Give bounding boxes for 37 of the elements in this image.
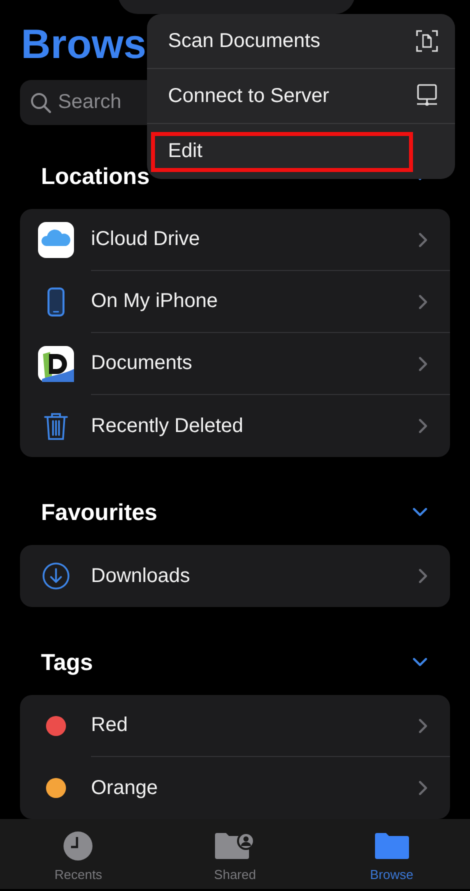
trash-icon bbox=[42, 411, 68, 441]
menu-item[interactable]: Edit bbox=[168, 140, 202, 163]
download-icon bbox=[42, 562, 70, 590]
search-icon bbox=[30, 92, 52, 114]
list-item-label[interactable]: Red bbox=[91, 714, 128, 737]
cloud-icon bbox=[38, 222, 74, 258]
section-heading: Locations bbox=[41, 162, 150, 190]
page-title: Brows bbox=[21, 20, 146, 68]
list-item-label[interactable]: Recently Deleted bbox=[91, 414, 244, 438]
shared-folder-icon bbox=[215, 832, 255, 860]
chevron-right-icon bbox=[418, 294, 428, 310]
chevron-down-icon[interactable] bbox=[412, 507, 428, 517]
chevron-right-icon bbox=[418, 232, 428, 248]
document-app-icon bbox=[38, 346, 74, 382]
section-heading: Tags bbox=[41, 648, 93, 676]
tab-bar-item[interactable]: Browse bbox=[313, 819, 470, 889]
chevron-right-icon bbox=[418, 718, 428, 734]
chevron-right-icon bbox=[418, 356, 428, 372]
list-item-label[interactable]: Downloads bbox=[91, 564, 190, 588]
menu-item[interactable]: Scan Documents bbox=[168, 30, 320, 52]
tab-bar-item[interactable]: Recents bbox=[0, 819, 157, 889]
tab-bar-item[interactable]: Shared bbox=[156, 819, 314, 889]
section-heading: Favourites bbox=[41, 498, 158, 526]
computer-icon bbox=[416, 84, 438, 108]
menu-item[interactable]: Connect to Server bbox=[168, 84, 330, 108]
chevron-right-icon bbox=[418, 568, 428, 584]
phone-icon bbox=[46, 287, 64, 317]
list-item-label[interactable]: Documents bbox=[91, 352, 192, 375]
list-item-label[interactable]: On My iPhone bbox=[91, 290, 218, 313]
chevron-right-icon bbox=[418, 418, 428, 434]
chevron-down-icon[interactable] bbox=[412, 657, 428, 667]
scan-document-icon bbox=[416, 30, 438, 52]
clock-icon bbox=[63, 831, 94, 861]
list-item-label[interactable]: iCloud Drive bbox=[91, 228, 200, 251]
list-item-label[interactable]: Orange bbox=[91, 776, 158, 800]
chevron-right-icon bbox=[418, 780, 428, 796]
folder-icon bbox=[374, 832, 409, 860]
